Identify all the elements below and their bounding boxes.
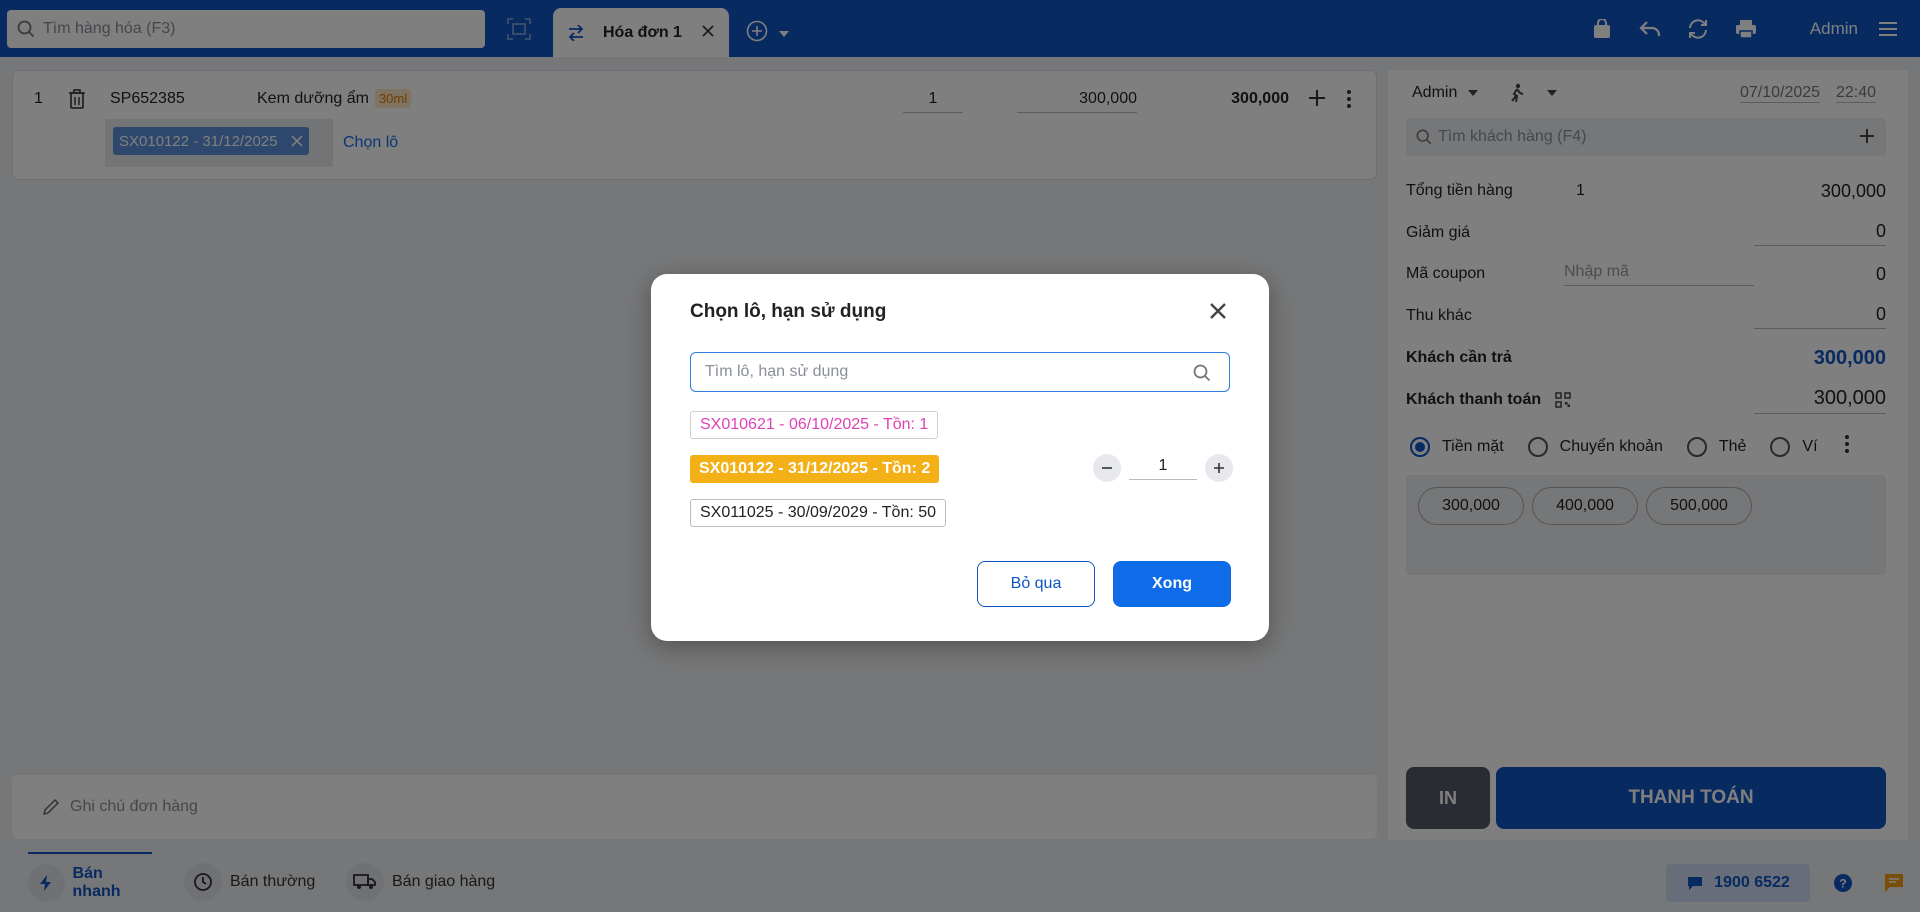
cancel-button[interactable]: Bỏ qua	[977, 561, 1095, 607]
plus-icon[interactable]	[1205, 454, 1233, 482]
lot-search-placeholder: Tìm lô, hạn sử dụng	[705, 363, 849, 380]
lot-option[interactable]: SX011025 - 30/09/2029 - Tồn: 50	[690, 499, 947, 527]
lot-search-input[interactable]: Tìm lô, hạn sử dụng	[690, 352, 1230, 392]
lot-option-expired[interactable]: SX010621 - 06/10/2025 - Tồn: 1	[690, 411, 939, 439]
lot-quantity-stepper: 1	[1093, 454, 1233, 482]
search-icon	[1193, 364, 1211, 382]
done-button[interactable]: Xong	[1113, 561, 1231, 607]
lot-option-selected[interactable]: SX010122 - 31/12/2025 - Tồn: 2	[690, 455, 940, 483]
lot-quantity-input[interactable]: 1	[1129, 457, 1197, 480]
close-icon[interactable]	[1209, 302, 1227, 320]
minus-icon[interactable]	[1093, 454, 1121, 482]
modal-title: Chọn lô, hạn sử dụng	[690, 301, 887, 322]
lot-picker-modal: Chọn lô, hạn sử dụng Tìm lô, hạn sử dụng…	[651, 274, 1269, 641]
